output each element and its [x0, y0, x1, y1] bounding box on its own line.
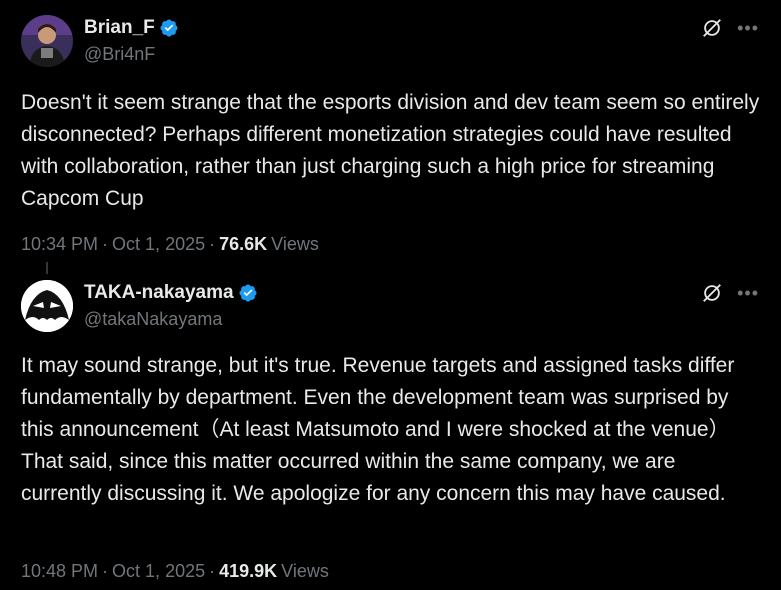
views-label: Views [271, 234, 319, 254]
avatar-mask-logo [21, 280, 73, 332]
avatar-photo [21, 15, 73, 67]
post-time[interactable]: 10:48 PM [21, 561, 98, 582]
post-date[interactable]: Oct 1, 2025 [112, 234, 205, 255]
avatar[interactable] [21, 15, 73, 67]
post-text: It may sound strange, but it's true. Rev… [21, 354, 735, 505]
author-handle[interactable]: @Bri4nF [84, 44, 155, 65]
views-count: 419.9K [219, 561, 278, 581]
post-time[interactable]: 10:34 PM [21, 234, 98, 255]
more-icon[interactable]: ••• [737, 284, 759, 302]
post-date[interactable]: Oct 1, 2025 [112, 561, 205, 582]
verified-badge-icon [160, 19, 178, 37]
avatar[interactable] [21, 280, 73, 332]
meta-separator: · [209, 561, 216, 581]
views-label: Views [281, 561, 329, 581]
meta-separator: · [209, 234, 216, 254]
views-count: 76.6K [219, 234, 268, 254]
more-icon[interactable]: ••• [737, 19, 759, 37]
author-name[interactable]: Brian_F [84, 17, 155, 39]
thread-connector [46, 262, 48, 274]
author-name[interactable]: TAKA-nakayama [84, 282, 234, 304]
author-handle[interactable]: @takaNakayama [84, 309, 222, 330]
meta-separator: · [102, 561, 109, 581]
post-text: Doesn't it seem strange that the esports… [21, 91, 760, 210]
grok-icon[interactable] [701, 17, 723, 39]
meta-separator: · [102, 234, 109, 254]
grok-icon[interactable] [701, 282, 723, 304]
verified-badge-icon [239, 284, 257, 302]
